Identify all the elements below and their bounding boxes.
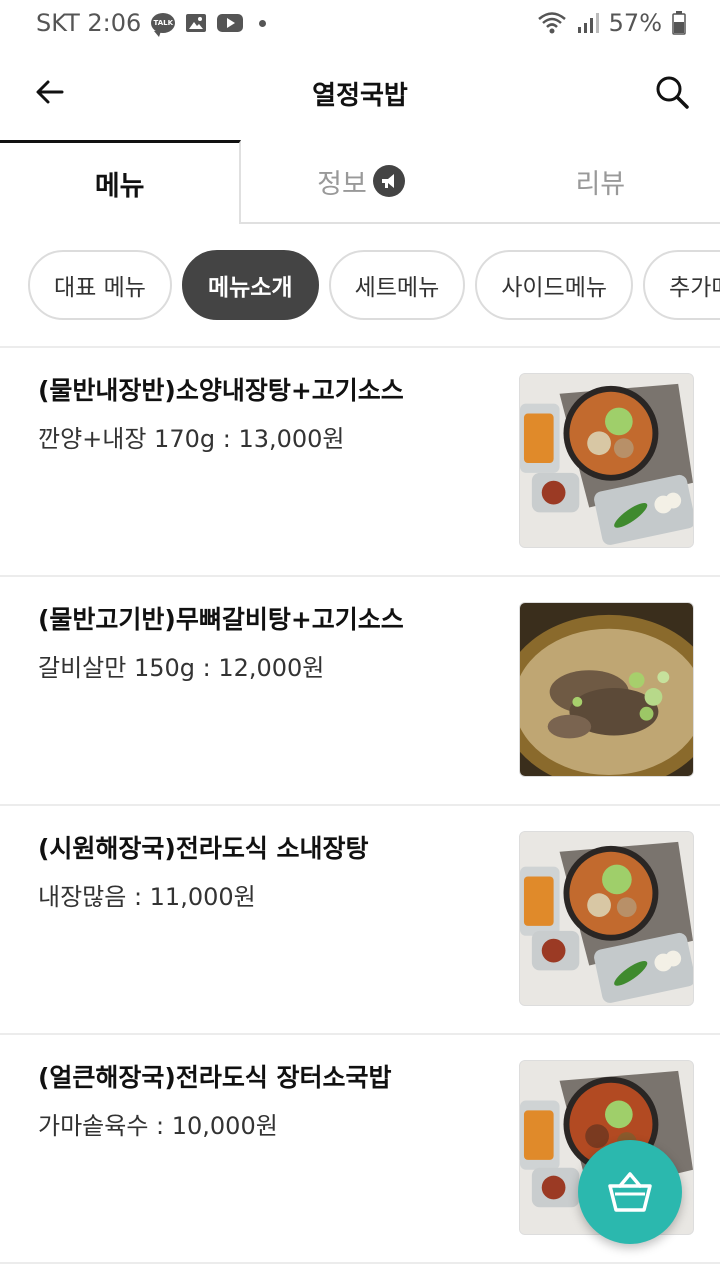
chip-label: 추가메뉴 bbox=[669, 275, 720, 301]
gallery-icon bbox=[185, 13, 207, 33]
menu-item-name: (시원해장국)전라도식 소내장탕 bbox=[38, 834, 369, 863]
chip-label: 세트메뉴 bbox=[354, 275, 440, 301]
menu-item-name: (얼큰해장국)전라도식 장터소국밥 bbox=[38, 1063, 392, 1092]
megaphone-icon bbox=[372, 165, 405, 197]
menu-item-name: (물반고기반)무뼈갈비탕+고기소스 bbox=[38, 605, 404, 634]
status-right: 57% bbox=[537, 9, 686, 37]
chip-set-menu[interactable]: 세트메뉴 bbox=[328, 250, 466, 320]
search-icon bbox=[656, 76, 689, 109]
screen: SKT 2:06 TALK 57% 열정국밥 메뉴 정보 리뷰 대표 메뉴 메뉴… bbox=[0, 0, 720, 1280]
back-button[interactable] bbox=[28, 70, 72, 114]
menu-item[interactable]: (물반내장반)소양내장탕+고기소스 깐양+내장 170g : 13,000원 bbox=[0, 348, 720, 577]
app-bar: 열정국밥 bbox=[0, 46, 720, 140]
menu-item-price: 깐양+내장 170g : 13,000원 bbox=[38, 425, 345, 453]
chip-label: 사이드메뉴 bbox=[501, 275, 608, 301]
menu-item-price: 내장많음 : 11,000원 bbox=[38, 883, 256, 911]
tab-bar: 메뉴 정보 리뷰 bbox=[0, 140, 720, 224]
arrow-left-icon bbox=[36, 80, 64, 104]
wifi-icon bbox=[537, 11, 567, 35]
tab-info-label: 정보 bbox=[317, 168, 367, 200]
chip-menu-intro[interactable]: 메뉴소개 bbox=[181, 250, 319, 320]
notification-dot-icon bbox=[259, 19, 267, 27]
basket-icon bbox=[608, 1172, 652, 1212]
tab-menu-label: 메뉴 bbox=[94, 171, 145, 202]
signal-icon bbox=[577, 12, 599, 34]
menu-item[interactable]: (시원해장국)전라도식 소내장탕 내장많음 : 11,000원 bbox=[0, 806, 720, 1035]
chip-side-menu[interactable]: 사이드메뉴 bbox=[475, 250, 634, 320]
menu-item[interactable]: (물반고기반)무뼈갈비탕+고기소스 갈비살만 150g : 12,000원 bbox=[0, 577, 720, 806]
menu-item-photo bbox=[519, 602, 694, 777]
talk-badge: TALK bbox=[153, 19, 174, 27]
menu-item-photo bbox=[519, 831, 694, 1006]
cart-button[interactable] bbox=[578, 1140, 682, 1244]
chip-label: 메뉴소개 bbox=[207, 275, 293, 301]
chip-label: 대표 메뉴 bbox=[54, 275, 146, 301]
battery-icon bbox=[672, 11, 686, 35]
youtube-icon bbox=[217, 13, 244, 33]
page-title: 열정국밥 bbox=[312, 80, 408, 111]
status-left: SKT 2:06 TALK bbox=[36, 9, 267, 37]
tab-review-label: 리뷰 bbox=[575, 168, 626, 200]
tab-info[interactable]: 정보 bbox=[241, 140, 480, 222]
menu-item-photo bbox=[519, 373, 694, 548]
carrier-time: SKT 2:06 bbox=[36, 9, 142, 37]
menu-item-name: (물반내장반)소양내장탕+고기소스 bbox=[38, 376, 404, 405]
battery-percent: 57% bbox=[608, 9, 662, 37]
menu-item-price: 가마솥육수 : 10,000원 bbox=[38, 1112, 278, 1140]
tab-review[interactable]: 리뷰 bbox=[481, 140, 720, 222]
chip-signature-menu[interactable]: 대표 메뉴 bbox=[28, 250, 172, 320]
search-button[interactable] bbox=[650, 70, 694, 114]
status-bar: SKT 2:06 TALK 57% bbox=[0, 0, 720, 46]
category-chips: 대표 메뉴 메뉴소개 세트메뉴 사이드메뉴 추가메뉴 bbox=[28, 250, 720, 320]
tab-menu[interactable]: 메뉴 bbox=[0, 140, 242, 224]
kakaotalk-icon: TALK bbox=[151, 13, 176, 37]
chip-extra-menu[interactable]: 추가메뉴 bbox=[643, 250, 720, 320]
menu-item-price: 갈비살만 150g : 12,000원 bbox=[38, 654, 325, 682]
menu-list: (물반내장반)소양내장탕+고기소스 깐양+내장 170g : 13,000원 (… bbox=[0, 348, 720, 1264]
